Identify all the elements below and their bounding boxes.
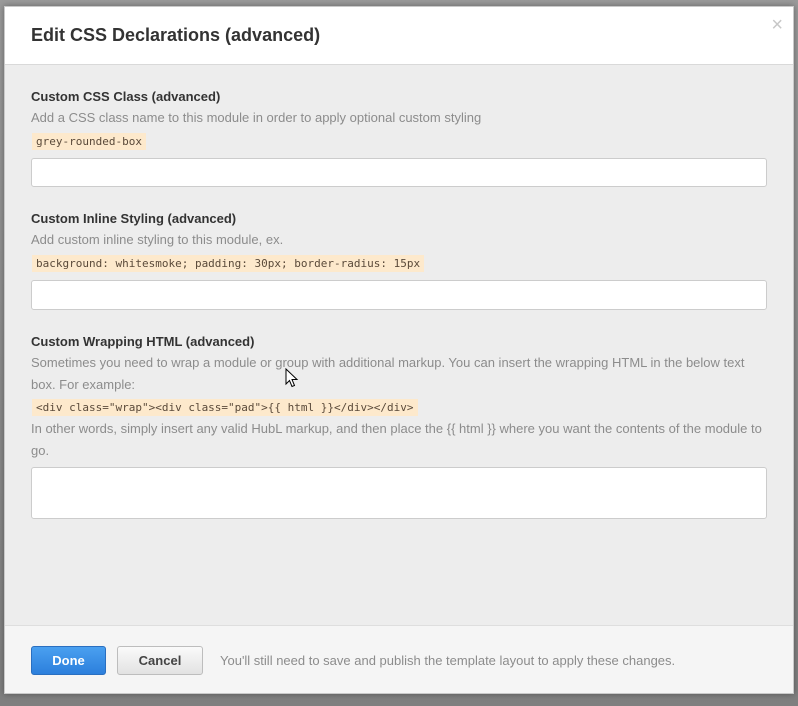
css-class-input[interactable] [31, 158, 767, 187]
close-icon[interactable]: × [771, 15, 783, 35]
cancel-button[interactable]: Cancel [117, 646, 203, 675]
wrapping-html-example: <div class="wrap"><div class="pad">{{ ht… [32, 399, 418, 416]
dialog-footer: Done Cancel You'll still need to save an… [5, 625, 793, 693]
edit-css-dialog: Edit CSS Declarations (advanced) × Custo… [4, 6, 794, 694]
dialog-body: Custom CSS Class (advanced) Add a CSS cl… [5, 65, 793, 627]
dialog-header: Edit CSS Declarations (advanced) × [5, 7, 793, 65]
dialog-title: Edit CSS Declarations (advanced) [31, 25, 321, 45]
wrapping-html-help-after: In other words, simply insert any valid … [31, 421, 762, 458]
wrapping-html-label: Custom Wrapping HTML (advanced) [31, 334, 255, 349]
done-button[interactable]: Done [31, 646, 106, 675]
wrapping-html-textarea[interactable] [31, 467, 767, 519]
css-class-example: grey-rounded-box [32, 133, 146, 150]
inline-styling-label: Custom Inline Styling (advanced) [31, 211, 237, 226]
css-class-label: Custom CSS Class (advanced) [31, 89, 221, 104]
css-class-help: Add a CSS class name to this module in o… [31, 110, 482, 125]
mouse-pointer-icon [285, 368, 299, 388]
inline-styling-example: background: whitesmoke; padding: 30px; b… [32, 255, 425, 272]
inline-styling-help: Add custom inline styling to this module… [31, 232, 284, 247]
inline-styling-input[interactable] [31, 280, 767, 310]
wrapping-html-help: Sometimes you need to wrap a module or g… [31, 355, 745, 392]
footer-note: You'll still need to save and publish th… [220, 653, 676, 668]
